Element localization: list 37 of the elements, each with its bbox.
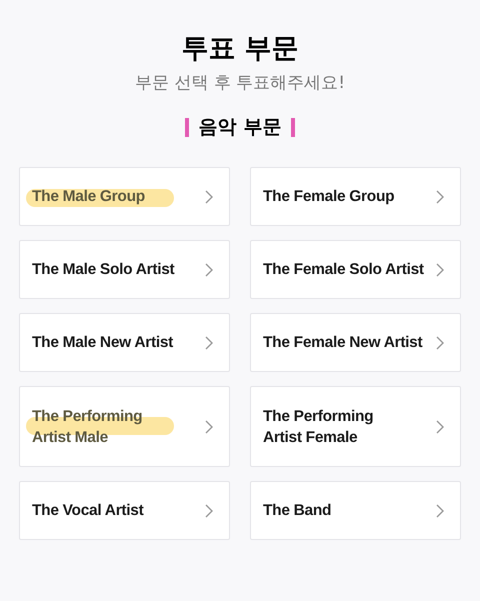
category-label: The Male New Artist: [32, 333, 174, 353]
category-card[interactable]: The Male Group: [19, 167, 230, 226]
category-label: The Male Solo Artist: [32, 260, 174, 280]
chevron-right-icon: [436, 504, 444, 518]
category-card[interactable]: The Female New Artist: [250, 313, 461, 372]
category-card[interactable]: The Male New Artist: [19, 313, 230, 372]
chevron-right-icon: [205, 420, 213, 434]
category-card[interactable]: The Band: [250, 481, 461, 540]
category-label: The Band: [263, 501, 332, 521]
category-label: Artist Female: [263, 428, 358, 448]
category-card[interactable]: The Vocal Artist: [19, 481, 230, 540]
category-label: Artist Male: [32, 428, 109, 448]
category-label: The Female Solo Artist: [263, 260, 424, 280]
category-label: The Performing: [263, 406, 374, 426]
accent-bar: [184, 118, 189, 136]
chevron-right-icon: [205, 504, 213, 518]
category-label: The Performing: [32, 406, 142, 426]
chevron-right-icon: [205, 336, 213, 350]
category-card[interactable]: The Female Group: [250, 167, 461, 226]
category-card[interactable]: The Performing Artist Female: [250, 386, 461, 467]
page-title: 투표 부문: [181, 32, 299, 66]
chevron-right-icon: [205, 262, 213, 276]
chevron-right-icon: [205, 190, 213, 204]
category-label: The Female New Artist: [263, 333, 422, 353]
section-title: 음악 부문: [198, 115, 282, 140]
chevron-right-icon: [436, 336, 444, 350]
category-card[interactable]: The Male Solo Artist: [19, 240, 230, 299]
chevron-right-icon: [436, 262, 444, 276]
category-label: The Vocal Artist: [32, 501, 144, 521]
category-label: The Female Group: [263, 187, 394, 207]
category-card[interactable]: The Performing Artist Male: [19, 386, 230, 467]
category-label: The Male Group: [32, 187, 145, 207]
page-subtitle: 부문 선택 후 투표해주세요!: [134, 72, 346, 95]
category-card[interactable]: The Female Solo Artist: [250, 240, 461, 299]
chevron-right-icon: [436, 420, 444, 434]
chevron-right-icon: [436, 190, 444, 204]
accent-bar: [291, 118, 296, 136]
